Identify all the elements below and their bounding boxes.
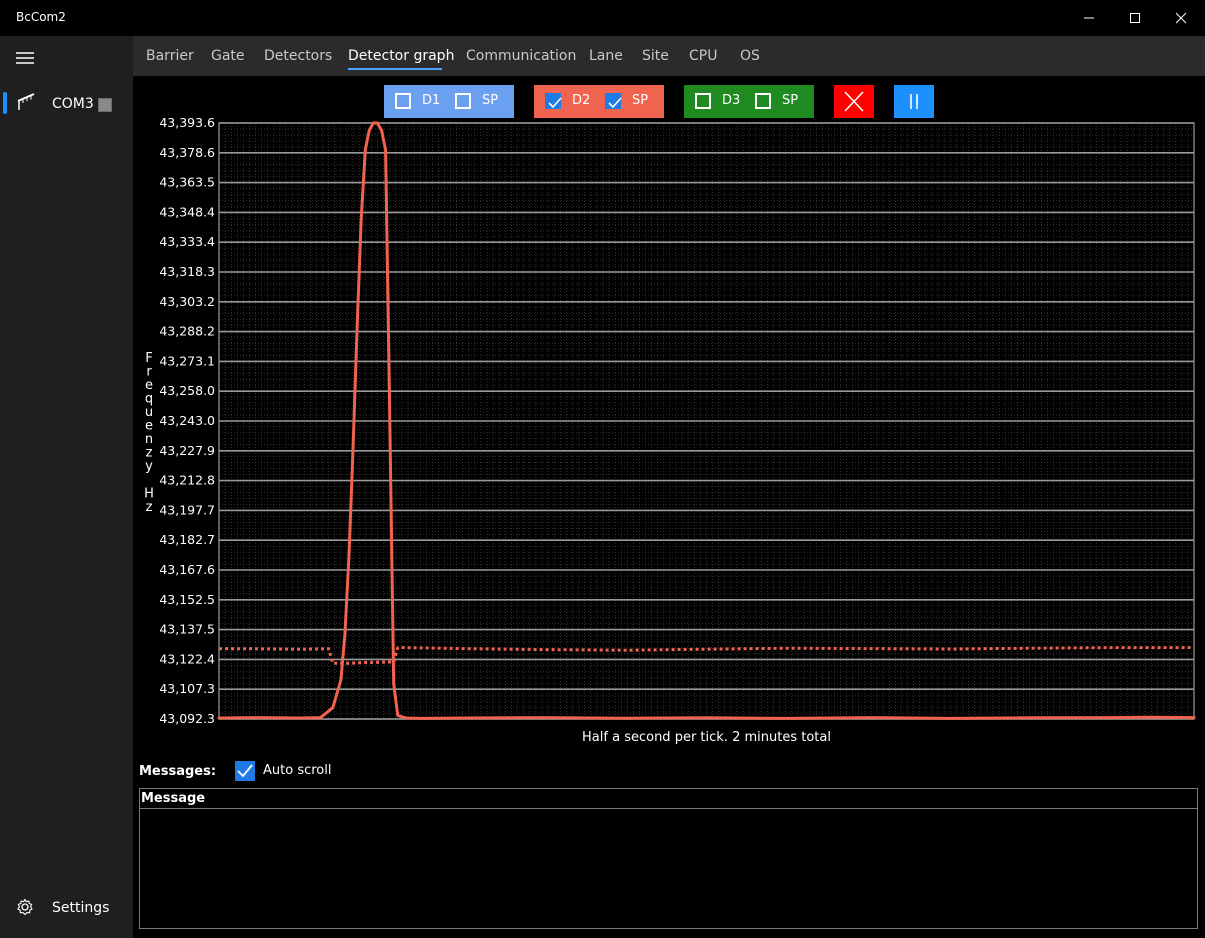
- sidebar-item-settings[interactable]: Settings: [0, 894, 133, 924]
- y-tick-label: 43,288.2: [159, 324, 215, 339]
- auto-scroll-label: Auto scroll: [263, 763, 332, 778]
- y-tick-label: 43,273.1: [159, 353, 215, 368]
- selection-indicator: [3, 92, 7, 114]
- y-tick-label: 43,092.3: [159, 711, 215, 726]
- checkmark-icon: [237, 764, 253, 778]
- y-tick-label: 43,303.2: [159, 294, 215, 309]
- close-icon: [1175, 12, 1187, 24]
- tab-site[interactable]: Site: [642, 48, 669, 64]
- y-tick-label: 43,243.0: [159, 413, 215, 428]
- d1-sp-label: SP: [482, 93, 499, 108]
- y-tick-label: 43,152.5: [159, 592, 215, 607]
- messages-list[interactable]: Message: [139, 788, 1198, 929]
- y-tick-label: 43,258.0: [159, 383, 215, 398]
- tab-detectors[interactable]: Detectors: [264, 48, 332, 64]
- detector-graph: 43,393.6 43,378.6 43,363.5 43,348.4 43,333.4…: [133, 110, 1205, 750]
- gear-icon: [16, 898, 34, 920]
- y-tick-label: 43,197.7: [159, 502, 215, 517]
- d2-sp-label: SP: [632, 93, 649, 108]
- checkmark-icon: [608, 97, 622, 109]
- y-tick-label: 43,378.6: [159, 145, 215, 160]
- y-tick-label: 43,182.7: [159, 532, 215, 547]
- d2-checkbox[interactable]: [545, 93, 562, 109]
- message-column-header[interactable]: Message: [140, 789, 1197, 809]
- d2-sp-checkbox[interactable]: [605, 93, 622, 109]
- d1-label: D1: [422, 93, 441, 108]
- d3-label: D3: [722, 93, 741, 108]
- sidebar-item-label: COM3: [52, 96, 94, 112]
- tab-bar: Barrier Gate Detectors Detector graph Co…: [133, 36, 1205, 76]
- tab-gate[interactable]: Gate: [211, 48, 245, 64]
- y-tick-label: 43,212.8: [159, 473, 215, 488]
- hamburger-icon: [16, 52, 34, 64]
- messages-label: Messages:: [139, 764, 217, 779]
- tab-detector-graph[interactable]: Detector graph: [348, 48, 454, 64]
- tab-lane[interactable]: Lane: [589, 48, 623, 64]
- message-column-header-label: Message: [141, 791, 206, 806]
- active-tab-underline: [348, 68, 442, 70]
- y-axis-label: Frequenzy Hz: [144, 351, 154, 515]
- minimize-icon: [1084, 17, 1094, 19]
- y-tick-label: 43,393.6: [159, 115, 215, 130]
- maximize-button[interactable]: [1112, 0, 1158, 36]
- connection-status-indicator: [98, 98, 112, 112]
- y-tick-label: 43,318.3: [159, 264, 215, 279]
- close-button[interactable]: [1158, 0, 1204, 36]
- tab-barrier[interactable]: Barrier: [146, 48, 194, 64]
- d1-checkbox[interactable]: [395, 93, 411, 109]
- tab-os[interactable]: OS: [740, 48, 760, 64]
- settings-label: Settings: [52, 900, 110, 916]
- y-tick-label: 43,167.6: [159, 562, 215, 577]
- x-axis-label: Half a second per tick. 2 minutes total: [582, 730, 831, 745]
- y-tick-label: 43,227.9: [159, 443, 215, 458]
- d3-checkbox[interactable]: [695, 93, 711, 109]
- title-bar: BcCom2: [0, 0, 1205, 37]
- checkmark-icon: [548, 97, 562, 109]
- minimize-button[interactable]: [1066, 0, 1112, 36]
- y-tick-label: 43,122.4: [159, 651, 215, 666]
- y-tick-label: 43,363.5: [159, 175, 215, 190]
- d1-sp-checkbox[interactable]: [455, 93, 471, 109]
- d2-label: D2: [572, 93, 591, 108]
- sidebar: COM3 Settings: [0, 36, 133, 938]
- tab-cpu[interactable]: CPU: [689, 48, 717, 64]
- barrier-icon: [16, 92, 36, 116]
- sidebar-item-com3[interactable]: COM3: [0, 90, 133, 124]
- hamburger-menu-button[interactable]: [16, 50, 34, 69]
- d3-sp-checkbox[interactable]: [755, 93, 771, 109]
- auto-scroll-checkbox[interactable]: [235, 761, 255, 781]
- window-title: BcCom2: [16, 10, 66, 24]
- tab-communication[interactable]: Communication: [466, 48, 576, 64]
- y-tick-label: 43,333.4: [159, 234, 215, 249]
- chart-svg: 43,393.6 43,378.6 43,363.5 43,348.4 43,333.4…: [144, 115, 1196, 745]
- y-tick-label: 43,348.4: [159, 204, 215, 219]
- y-tick-label: 43,107.3: [159, 681, 215, 696]
- y-tick-label: 43,137.5: [159, 622, 215, 637]
- d3-sp-label: SP: [782, 93, 799, 108]
- maximize-icon: [1130, 13, 1140, 23]
